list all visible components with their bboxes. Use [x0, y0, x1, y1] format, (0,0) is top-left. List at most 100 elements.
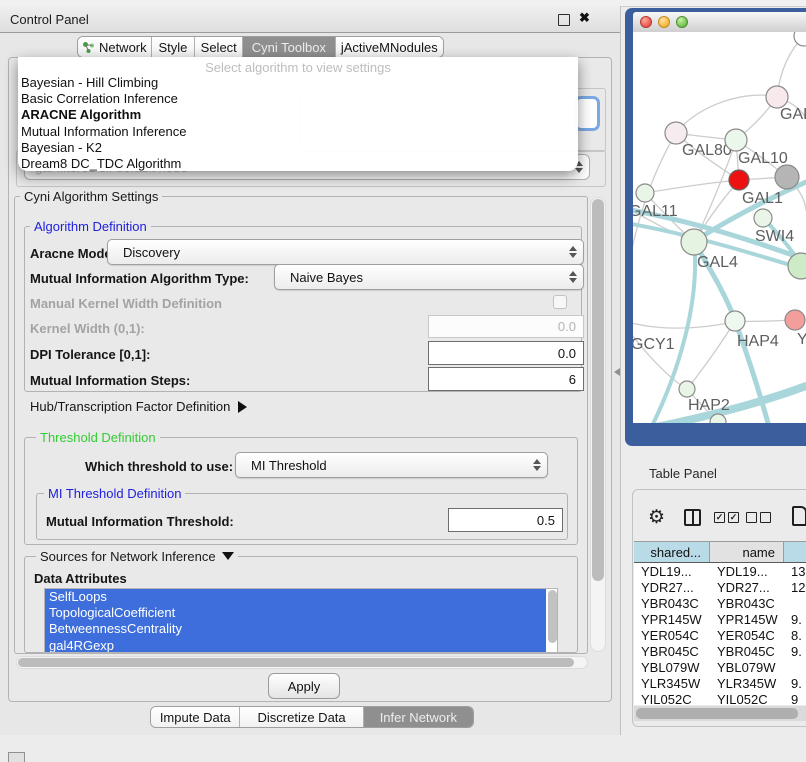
- which-threshold-combo[interactable]: MI Threshold: [235, 452, 548, 478]
- table-cell: YDL19...: [710, 564, 784, 579]
- network-node[interactable]: [775, 165, 799, 189]
- mi-steps-field[interactable]: 6: [428, 367, 584, 391]
- deselect-all-checkbox-icon[interactable]: [746, 512, 757, 523]
- select-all-checkbox-icon[interactable]: ✓: [728, 512, 739, 523]
- table-row[interactable]: YBR045CYBR045C9.: [634, 643, 806, 659]
- apply-button[interactable]: Apply: [268, 673, 340, 699]
- table-row[interactable]: YIL052CYIL052C9: [634, 691, 806, 705]
- network-node-label: GAL11: [633, 203, 678, 220]
- table-cell: YIL052C: [710, 692, 784, 706]
- mi-threshold-field[interactable]: 0.5: [448, 508, 563, 532]
- show-columns-icon[interactable]: [684, 509, 701, 526]
- tab-select[interactable]: Select: [195, 37, 243, 57]
- close-traffic-light-icon[interactable]: [640, 16, 652, 28]
- network-node-label: SWI4: [755, 228, 794, 245]
- settings-hscrollbar-thumb[interactable]: [18, 658, 574, 667]
- table-row[interactable]: YPR145WYPR145W9.: [634, 611, 806, 627]
- aracne-mode-label: Aracne Mode:: [30, 246, 116, 261]
- attribute-list-scrollbar-thumb[interactable]: [548, 590, 557, 643]
- kernel-width-field[interactable]: 0.0: [428, 315, 584, 338]
- tab-jactivemnodules[interactable]: jActiveMNodules: [336, 37, 443, 57]
- combo-arrows-icon: [563, 271, 583, 283]
- mi-algorithm-type-combo[interactable]: Naive Bayes: [274, 264, 584, 290]
- network-node-gal80[interactable]: [665, 122, 687, 144]
- table-cell: YLR345W: [634, 676, 710, 691]
- close-icon[interactable]: ✖: [579, 10, 590, 26]
- network-node-hap2[interactable]: [679, 381, 695, 397]
- combo-arrows-icon: [563, 246, 583, 258]
- kernel-width-label: Kernel Width (0,1):: [30, 321, 145, 336]
- zoom-traffic-light-icon[interactable]: [676, 16, 688, 28]
- tab-style[interactable]: Style: [152, 37, 196, 57]
- network-node-y[interactable]: [785, 310, 805, 330]
- aracne-mode-combo[interactable]: Discovery: [107, 239, 584, 265]
- network-edge: [645, 180, 739, 193]
- float-window-icon[interactable]: [558, 14, 570, 26]
- tab-cyni-toolbox[interactable]: Cyni Toolbox: [243, 37, 336, 57]
- dpi-tolerance-field[interactable]: 0.0: [428, 341, 584, 365]
- network-node-swi4[interactable]: [754, 209, 772, 227]
- algorithm-option-bayesian-k2[interactable]: Bayesian - K2: [20, 140, 576, 156]
- table-cell: YDR27...: [634, 580, 710, 595]
- table-cell: YBL079W: [710, 660, 784, 675]
- table-cell: 8.: [784, 628, 806, 643]
- tab-label: Style: [159, 40, 188, 55]
- manual-kernel-width-checkbox[interactable]: [553, 295, 567, 309]
- table-row[interactable]: YLR345WYLR345W9.: [634, 675, 806, 691]
- algorithm-option-bayesian-hill-climbing[interactable]: Bayesian - Hill Climbing: [20, 75, 576, 91]
- table-hscrollbar-thumb[interactable]: [636, 708, 798, 719]
- data-attributes-list[interactable]: SelfLoopsTopologicalCoefficientBetweenne…: [44, 588, 558, 653]
- deselect-all-checkbox-icon[interactable]: [760, 512, 771, 523]
- table-row[interactable]: YDL19...YDL19...13: [634, 563, 806, 579]
- minimized-panel-chip[interactable]: [8, 752, 25, 762]
- gear-icon[interactable]: ⚙: [648, 508, 665, 527]
- table-header-row: shared...nameA: [634, 541, 806, 563]
- column-header-shared[interactable]: shared...: [634, 541, 710, 562]
- network-canvas[interactable]: GALGAL80GAL10GAL1GAL11SWI4GAL4GCY1HAP4YH…: [633, 32, 806, 423]
- algorithm-option-dream8-dc-tdc-algorithm[interactable]: Dream8 DC_TDC Algorithm: [20, 156, 576, 172]
- tab-infer-network[interactable]: Infer Network: [364, 707, 473, 727]
- table-cell: YLR345W: [710, 676, 784, 691]
- table-row[interactable]: YER054CYER054C8.: [634, 627, 806, 643]
- table-row[interactable]: YBL079WYBL079W: [634, 659, 806, 675]
- minimize-traffic-light-icon[interactable]: [658, 16, 670, 28]
- network-edge: [676, 95, 777, 133]
- column-header-a[interactable]: A: [784, 541, 806, 562]
- table-cell: YBR043C: [710, 596, 784, 611]
- algorithm-option-basic-correlation-inference[interactable]: Basic Correlation Inference: [20, 91, 576, 107]
- network-node[interactable]: [794, 32, 806, 46]
- tab-impute-data[interactable]: Impute Data: [151, 707, 240, 727]
- table-row[interactable]: YDR27...YDR27...12: [634, 579, 806, 595]
- export-table-icon[interactable]: [792, 506, 806, 526]
- algorithm-dropdown: Select algorithm to view settings Bayesi…: [18, 57, 578, 171]
- attribute-list-item[interactable]: BetweennessCentrality: [45, 621, 546, 637]
- table-cell: 13: [784, 564, 806, 579]
- network-node-gal10[interactable]: [725, 129, 747, 151]
- algorithm-option-aracne-algorithm[interactable]: ARACNE Algorithm: [20, 107, 576, 123]
- table-cell: 12: [784, 580, 806, 595]
- attribute-list-item[interactable]: gal4RGexp: [45, 638, 546, 653]
- network-node-label: GAL4: [697, 254, 738, 271]
- tab-network[interactable]: Network: [78, 37, 152, 57]
- control-panel-titlebar[interactable]: [0, 6, 620, 33]
- attribute-list-item[interactable]: SelfLoops: [45, 589, 546, 605]
- network-node-gal4[interactable]: [681, 229, 707, 255]
- tab-discretize-data[interactable]: Discretize Data: [240, 707, 363, 727]
- select-all-checkbox-icon[interactable]: ✓: [714, 512, 725, 523]
- network-node-gal11[interactable]: [636, 184, 654, 202]
- sources-title-expander[interactable]: Sources for Network Inference: [36, 549, 238, 564]
- network-edge: [688, 321, 735, 388]
- splitpane-collapse-icon[interactable]: [614, 368, 620, 376]
- hub-tf-definition-expander[interactable]: Hub/Transcription Factor Definition: [30, 399, 247, 414]
- attribute-list-item[interactable]: TopologicalCoefficient: [45, 605, 546, 621]
- network-node-gal[interactable]: [766, 86, 788, 108]
- algorithm-option-mutual-information-inference[interactable]: Mutual Information Inference: [20, 124, 576, 140]
- threshold-definition-title: Threshold Definition: [36, 430, 160, 445]
- network-node-label: GAL10: [738, 150, 788, 167]
- tab-label: jActiveMNodules: [341, 40, 438, 55]
- network-node-hap4[interactable]: [725, 311, 745, 331]
- table-row[interactable]: YBR043CYBR043C: [634, 595, 806, 611]
- settings-vscrollbar-thumb[interactable]: [592, 199, 604, 581]
- network-node-gal1[interactable]: [729, 170, 749, 190]
- column-header-name[interactable]: name: [710, 541, 784, 562]
